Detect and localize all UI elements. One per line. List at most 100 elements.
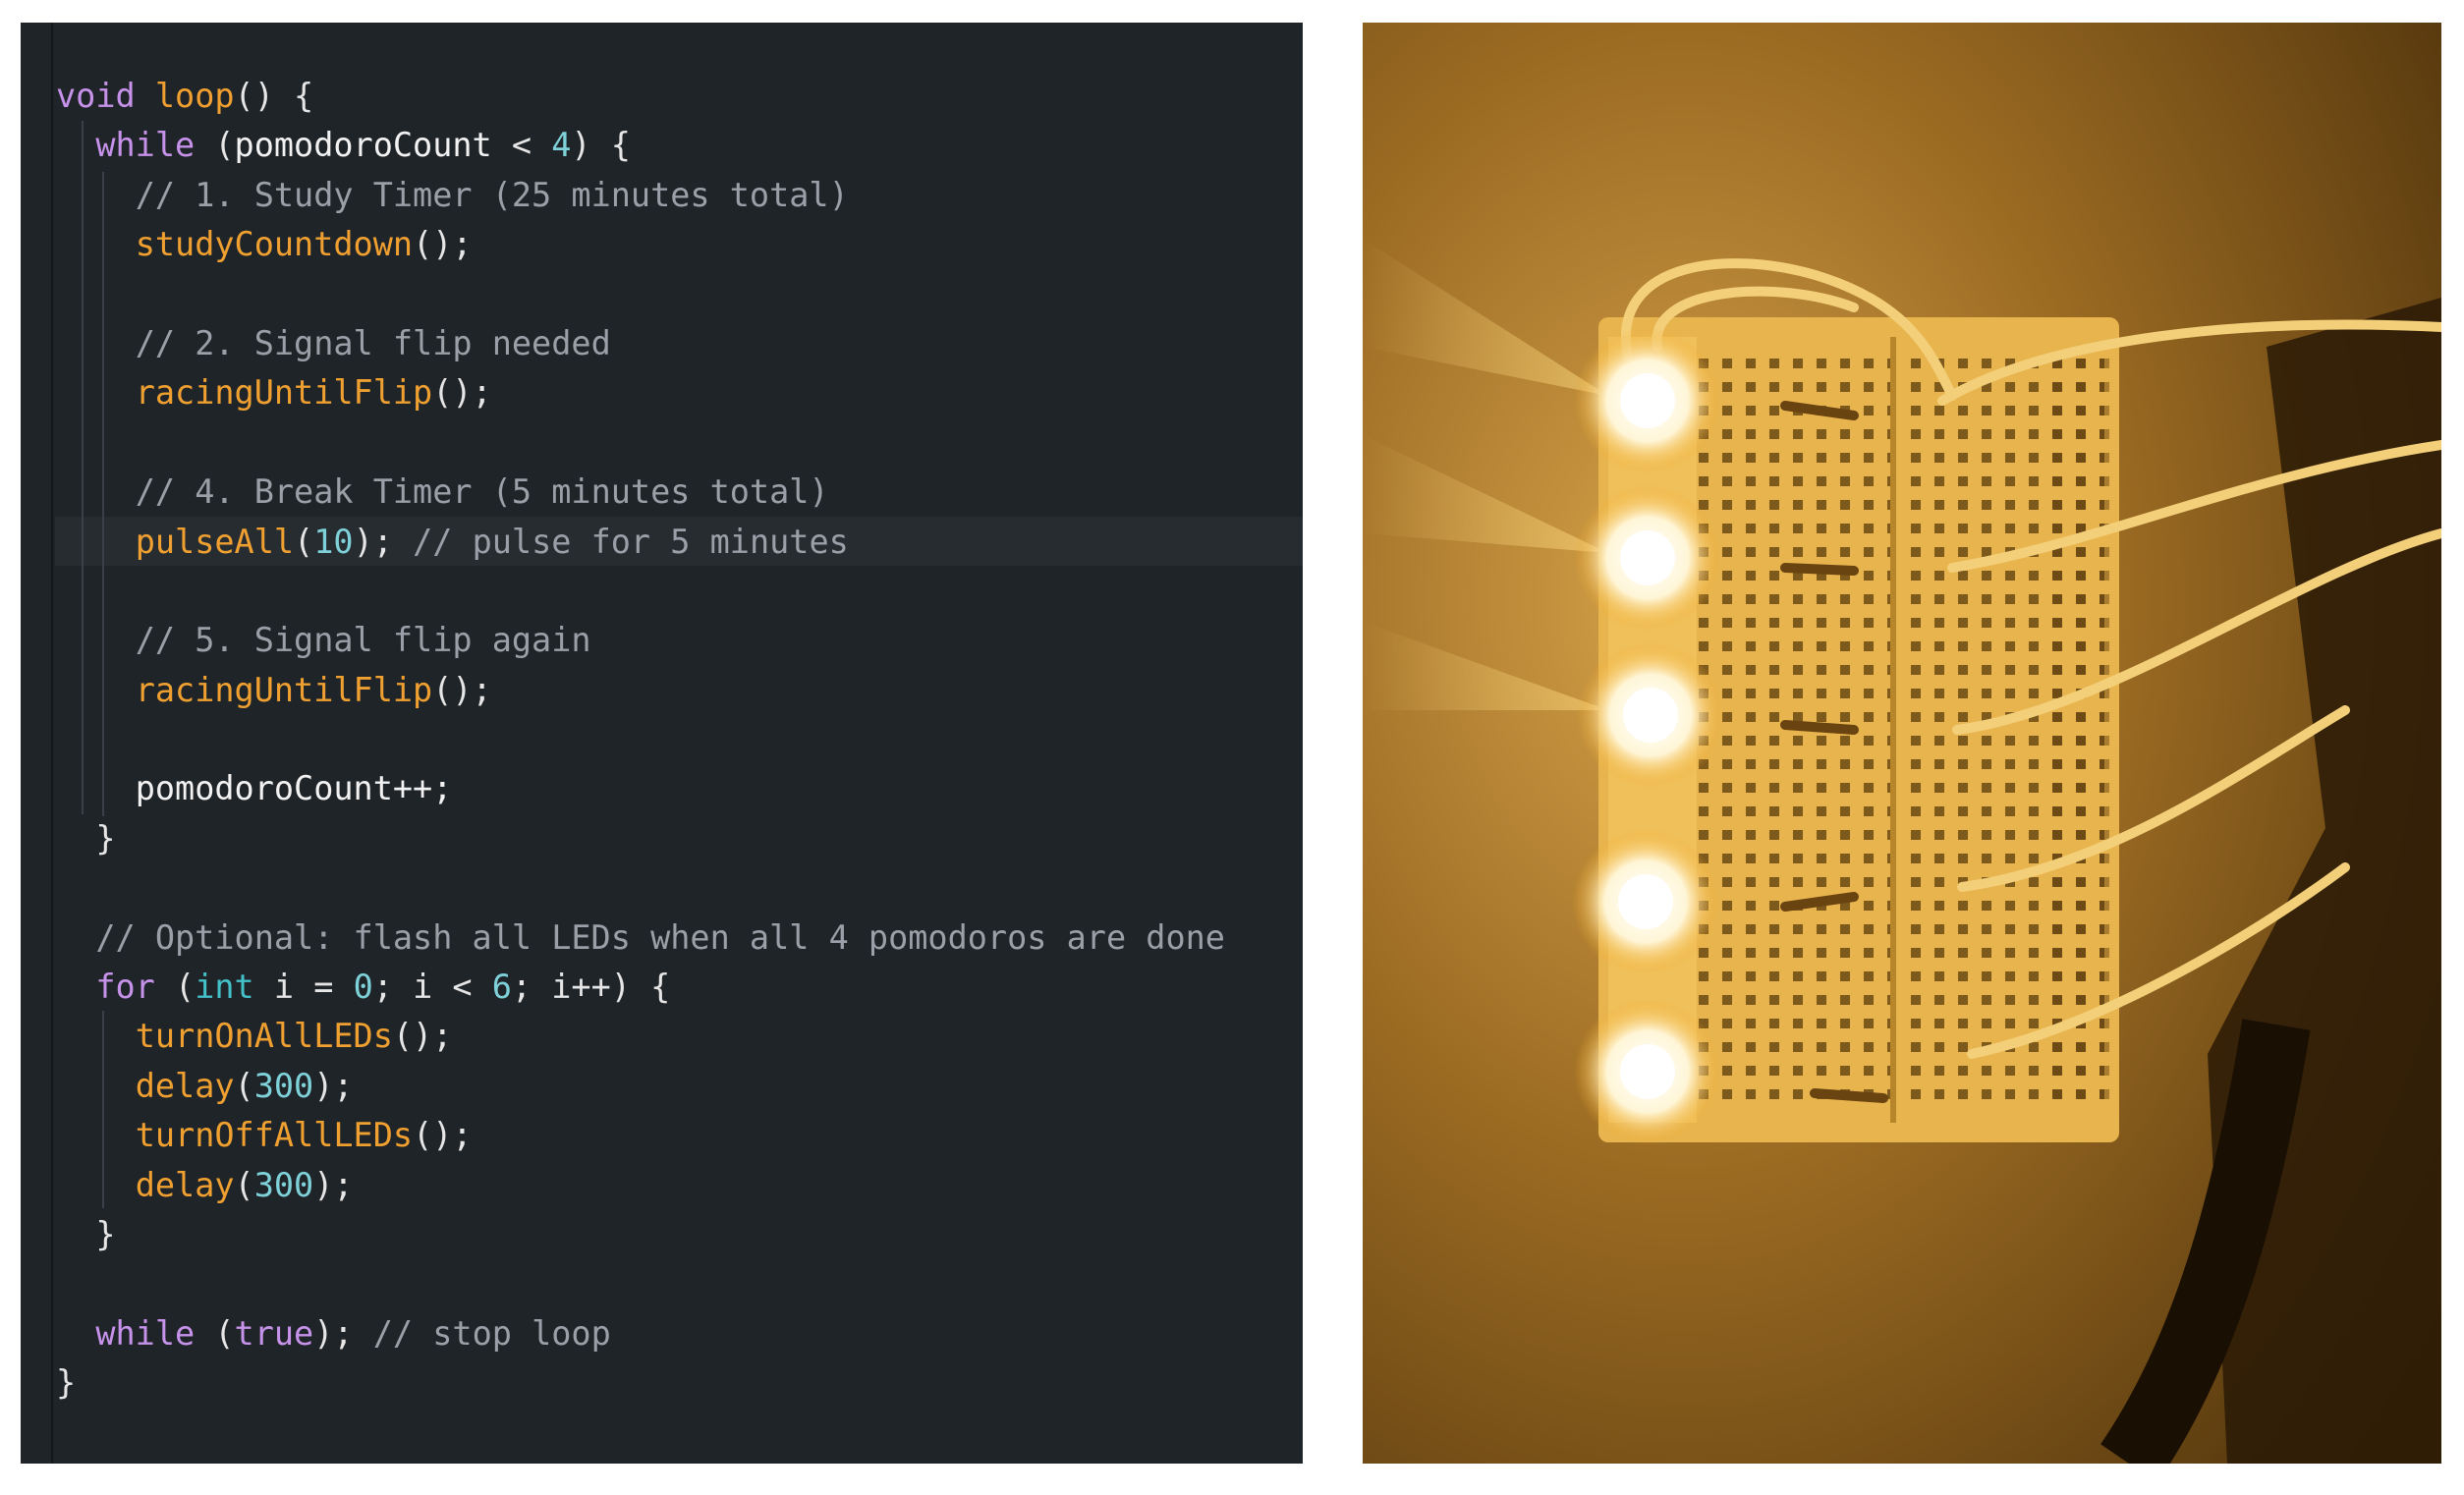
code-token: // 4. Break Timer (5 minutes total) <box>135 472 829 512</box>
led-array <box>1572 327 1724 1145</box>
code-token: ); <box>313 1313 373 1353</box>
code-line: turnOnAllLEDs(); <box>56 1012 1225 1061</box>
code-token: // pulse for 5 minutes <box>413 522 849 561</box>
code-token: 4 <box>551 126 572 165</box>
code-token: // stop loop <box>372 1313 611 1353</box>
code-token: loop <box>154 77 235 115</box>
code-token: (); <box>432 670 492 709</box>
code-block: void loop() { while (pomodoroCount < 4) … <box>56 72 1225 1409</box>
code-line: racingUntilFlip(); <box>56 368 1225 417</box>
code-token: ; i++) { <box>511 968 671 1007</box>
code-line: studyCountdown(); <box>56 220 1225 269</box>
code-token: for <box>95 968 155 1007</box>
code-token: ( <box>154 968 196 1007</box>
code-token: ); <box>313 1066 354 1105</box>
code-token: 0 <box>353 968 373 1007</box>
code-token: studyCountdown <box>135 225 414 264</box>
code-token: ) { <box>571 126 631 165</box>
code-token: delay <box>135 1165 235 1204</box>
code-line: pomodoroCount++; <box>56 764 1225 813</box>
code-token: int <box>195 968 254 1007</box>
code-editor: void loop() { while (pomodoroCount < 4) … <box>21 23 1303 1464</box>
code-token: racingUntilFlip <box>135 670 433 709</box>
code-line: } <box>56 1358 1225 1408</box>
code-token: // 2. Signal flip needed <box>135 323 611 362</box>
code-line: while (pomodoroCount < 4) { <box>56 121 1225 170</box>
code-token: ( <box>234 1165 254 1204</box>
code-token: (); <box>432 373 492 413</box>
code-line: racingUntilFlip(); <box>56 666 1225 715</box>
code-token: 300 <box>253 1165 314 1204</box>
code-token: 300 <box>253 1066 314 1105</box>
code-token: ( <box>195 126 235 165</box>
code-token: true <box>234 1313 314 1353</box>
code-line: } <box>56 814 1225 863</box>
code-line: // 5. Signal flip again <box>56 616 1225 665</box>
code-line: // Optional: flash all LEDs when all 4 p… <box>56 914 1225 963</box>
code-token: racingUntilFlip <box>135 373 433 413</box>
code-line: void loop() { <box>56 72 1225 121</box>
code-token: ( <box>195 1313 235 1353</box>
code-token: (); <box>413 225 473 264</box>
code-line: delay(300); <box>56 1161 1225 1210</box>
code-line: delay(300); <box>56 1062 1225 1111</box>
code-token: delay <box>135 1066 235 1105</box>
code-line: // 1. Study Timer (25 minutes total) <box>56 171 1225 220</box>
code-token: i = <box>253 968 354 1007</box>
code-token: ; i < <box>372 968 492 1007</box>
code-line: } <box>56 1210 1225 1259</box>
code-token: // 5. Signal flip again <box>135 621 591 660</box>
code-line: // 4. Break Timer (5 minutes total) <box>56 468 1225 517</box>
code-token: 10 <box>313 522 354 561</box>
code-token: < <box>491 126 552 165</box>
code-token: while <box>95 126 196 165</box>
code-token: 6 <box>491 968 512 1007</box>
code-token: () { <box>234 77 314 115</box>
code-token: turnOnAllLEDs <box>135 1017 393 1056</box>
code-token: while <box>95 1313 196 1353</box>
code-token: } <box>56 818 116 858</box>
code-token: } <box>56 1363 77 1403</box>
code-token: pulseAll <box>135 522 295 561</box>
gutter-divider <box>51 23 53 1464</box>
code-token: pomodoroCount++; <box>135 769 453 808</box>
code-line: while (true); // stop loop <box>56 1309 1225 1358</box>
code-token: (); <box>413 1116 473 1155</box>
code-line: turnOffAllLEDs(); <box>56 1111 1225 1160</box>
code-token: turnOffAllLEDs <box>135 1116 414 1155</box>
code-token: ( <box>234 1066 254 1105</box>
code-line: // 2. Signal flip needed <box>56 319 1225 368</box>
code-line: pulseAll(10); // pulse for 5 minutes <box>56 518 1225 567</box>
code-line: for (int i = 0; i < 6; i++) { <box>56 963 1225 1012</box>
code-token: void <box>56 77 136 115</box>
code-token: } <box>56 1214 116 1253</box>
breadboard-illustration <box>1363 23 2441 1464</box>
code-token: ); <box>313 1165 354 1204</box>
code-token: ( <box>294 522 314 561</box>
code-token: // 1. Study Timer (25 minutes total) <box>135 175 849 214</box>
